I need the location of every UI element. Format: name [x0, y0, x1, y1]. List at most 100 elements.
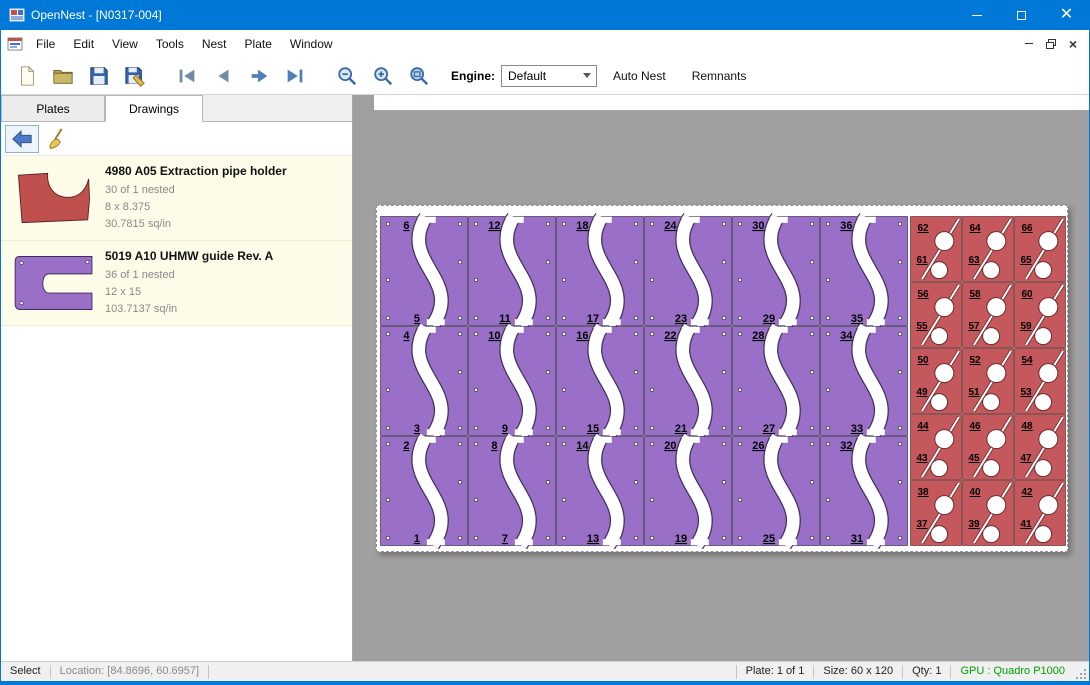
engine-dropdown[interactable]: Default	[501, 65, 597, 87]
svg-text:22: 22	[664, 330, 676, 342]
svg-text:24: 24	[664, 220, 677, 232]
zoom-out-button[interactable]	[332, 61, 362, 91]
status-plate: Plate: 1 of 1	[737, 662, 814, 681]
red-part-cell[interactable]: 6463	[963, 217, 1014, 282]
remnants-button[interactable]: Remnants	[682, 63, 757, 89]
last-plate-button[interactable]	[280, 61, 310, 91]
mdi-close-button[interactable]: ×	[1062, 35, 1084, 53]
menu-plate[interactable]: Plate	[236, 32, 281, 56]
red-part-cell[interactable]: 3837	[911, 481, 962, 546]
purple-part-cell[interactable]: 3029	[733, 217, 820, 326]
menu-window[interactable]: Window	[281, 32, 342, 56]
resize-grip[interactable]	[1074, 665, 1088, 681]
purple-part-cell[interactable]: 22 21	[645, 327, 732, 436]
red-part-cell[interactable]: 5655	[911, 283, 962, 348]
drawings-toolbar	[1, 122, 352, 156]
svg-text:23: 23	[675, 313, 687, 325]
purple-part-cell[interactable]: 21	[381, 437, 468, 546]
close-button[interactable]: ✕	[1044, 0, 1089, 30]
purple-part-cell[interactable]: 65	[381, 217, 468, 326]
svg-text:9: 9	[502, 423, 508, 435]
nest-canvas[interactable]: 6512111817242330293635431091615222128273…	[353, 95, 1089, 661]
mdi-minimize-button[interactable]	[1018, 35, 1040, 53]
red-part-cell[interactable]: 4847	[1015, 415, 1066, 480]
purple-part-cell[interactable]: 10 9	[469, 327, 556, 436]
first-plate-button[interactable]	[172, 61, 202, 91]
title-bar: OpenNest - [N0317-004] ✕	[1, 0, 1089, 30]
zoom-in-button[interactable]	[368, 61, 398, 91]
next-icon	[248, 65, 270, 87]
open-button[interactable]	[48, 61, 78, 91]
svg-text:4: 4	[403, 330, 410, 342]
menu-bar: File Edit View Tools Nest Plate Window ×	[1, 30, 1089, 57]
purple-part-cell[interactable]: 2019	[645, 437, 732, 546]
save-as-button[interactable]	[120, 61, 150, 91]
svg-text:40: 40	[969, 487, 981, 498]
svg-text:10: 10	[488, 330, 500, 342]
save-button[interactable]	[84, 61, 114, 91]
purple-part-cell[interactable]: 1413	[557, 437, 644, 546]
extraction-pipe-holder-shape	[18, 173, 89, 222]
svg-text:20: 20	[664, 440, 676, 452]
menu-tools[interactable]: Tools	[147, 32, 193, 56]
red-part-cell[interactable]: 4241	[1015, 481, 1066, 546]
clear-drawings-button[interactable]	[41, 125, 75, 153]
svg-text:60: 60	[1021, 289, 1033, 300]
purple-part-cell[interactable]: 87	[469, 437, 556, 546]
zoom-fit-button[interactable]	[404, 61, 434, 91]
purple-part-cell[interactable]: 24 23	[645, 217, 732, 326]
drawing-item-1[interactable]: 5019 A10 UHMW guide Rev. A 36 of 1 neste…	[1, 241, 352, 326]
drawing-size: 8 x 8.375	[105, 199, 287, 216]
menu-edit[interactable]: Edit	[64, 32, 103, 56]
purple-part-cell[interactable]: 2625	[733, 437, 820, 546]
part-thumbnail	[3, 251, 105, 315]
plate-sheet[interactable]: 6512111817242330293635431091615222128273…	[376, 205, 1068, 552]
red-part-cell[interactable]: 5453	[1015, 349, 1066, 414]
purple-part-cell[interactable]: 12 11	[469, 217, 556, 326]
purple-part-cell[interactable]: 3433	[821, 327, 908, 436]
minimize-button[interactable]	[954, 0, 999, 30]
purple-part-cell[interactable]: 1615	[557, 327, 644, 436]
mdi-restore-button[interactable]	[1040, 35, 1062, 53]
svg-text:64: 64	[969, 223, 981, 234]
nested-parts-svg[interactable]: 6512111817242330293635431091615222128273…	[377, 206, 1067, 551]
menu-view[interactable]: View	[103, 32, 147, 56]
svg-text:12: 12	[488, 220, 500, 232]
purple-part-cell[interactable]: 43	[381, 327, 468, 436]
menu-nest[interactable]: Nest	[193, 32, 236, 56]
red-part-cell[interactable]: 4443	[911, 415, 962, 480]
import-drawing-button[interactable]	[5, 125, 39, 153]
maximize-icon	[1017, 11, 1026, 20]
svg-text:11: 11	[499, 313, 511, 325]
new-button[interactable]	[12, 61, 42, 91]
previous-plate-button[interactable]	[208, 61, 238, 91]
red-part-cell[interactable]: 5251	[963, 349, 1014, 414]
red-part-cell[interactable]: 6261	[911, 217, 962, 282]
red-part-cell[interactable]: 5049	[911, 349, 962, 414]
menu-file[interactable]: File	[27, 32, 64, 56]
previous-icon	[212, 65, 234, 87]
svg-text:21: 21	[675, 423, 687, 435]
red-part-cell[interactable]: 5857	[963, 283, 1014, 348]
zoom-in-icon	[372, 65, 394, 87]
separator	[208, 665, 209, 679]
red-part-cell[interactable]: 6665	[1015, 217, 1066, 282]
svg-text:28: 28	[752, 330, 764, 342]
purple-part-cell[interactable]: 3231	[821, 437, 908, 546]
red-part-cell[interactable]: 4645	[963, 415, 1014, 480]
auto-nest-button[interactable]: Auto Nest	[603, 63, 676, 89]
next-plate-button[interactable]	[244, 61, 274, 91]
drawing-item-0[interactable]: 4980 A05 Extraction pipe holder 30 of 1 …	[1, 156, 352, 241]
purple-part-cell[interactable]: 2827	[733, 327, 820, 436]
maximize-button[interactable]	[999, 0, 1044, 30]
red-part-cell[interactable]: 4039	[963, 481, 1014, 546]
tab-plates[interactable]: Plates	[1, 95, 105, 121]
svg-text:44: 44	[917, 421, 929, 432]
svg-text:50: 50	[917, 355, 929, 366]
svg-text:7: 7	[502, 533, 508, 545]
purple-part-cell[interactable]: 1817	[557, 217, 644, 326]
purple-part-cell[interactable]: 3635	[821, 217, 908, 326]
red-part-cell[interactable]: 6059	[1015, 283, 1066, 348]
tab-drawings[interactable]: Drawings	[105, 95, 203, 122]
main-toolbar: Engine: Default Auto Nest Remnants	[1, 57, 1089, 95]
